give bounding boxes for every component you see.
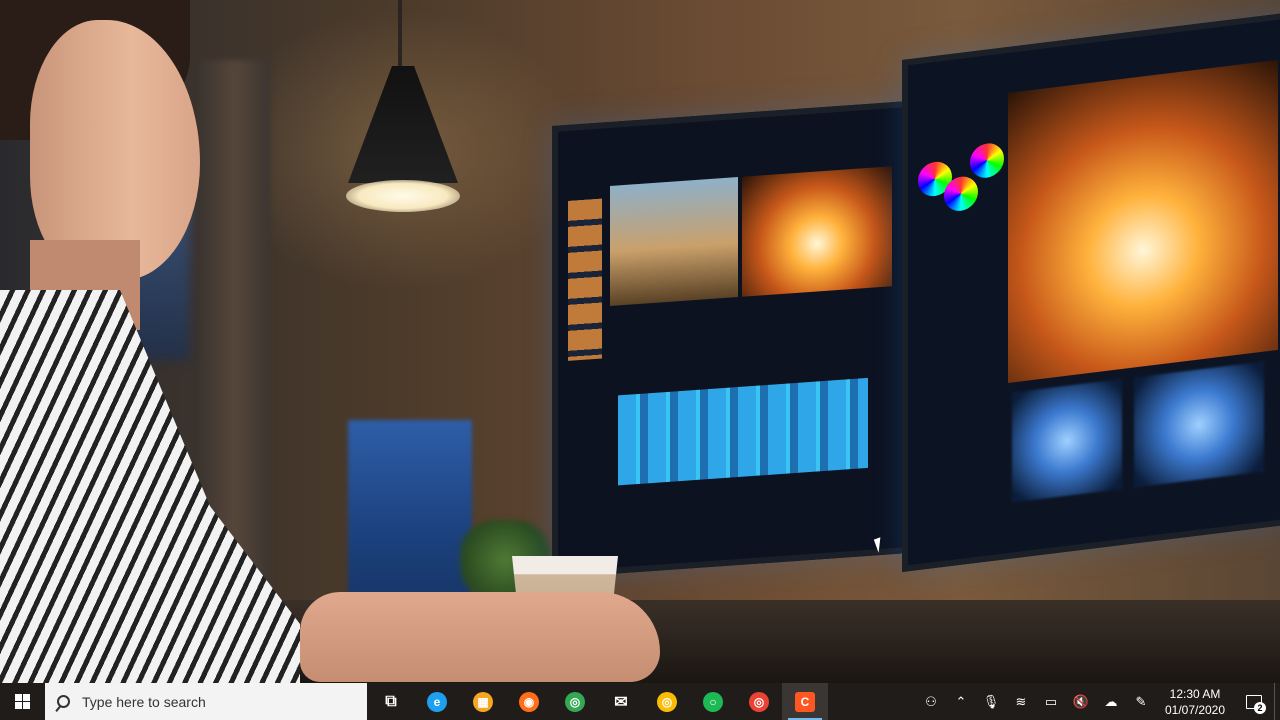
color-grading-preview (1008, 59, 1278, 383)
search-box[interactable]: Type here to search (45, 683, 367, 720)
search-icon (57, 695, 70, 708)
people-icon[interactable]: ⚇ (916, 683, 946, 720)
windows-logo-icon (15, 694, 30, 709)
clock[interactable]: 12:30 AM 01/07/2020 (1156, 686, 1234, 718)
action-center-button[interactable]: 2 (1234, 683, 1274, 720)
system-tray: ⚇ ⌃ 🎙 ≋ ▭ 🔇 ☁ ✎ 12:30 AM 01/07/2020 2 (916, 683, 1280, 720)
taskbar-app-internet-explorer[interactable]: e (414, 683, 460, 720)
wifi-icon[interactable]: ≋ (1006, 683, 1036, 720)
chevron-up-icon[interactable]: ⌃ (946, 683, 976, 720)
clock-date: 01/07/2020 (1164, 702, 1226, 717)
pinned-apps: ⧉ e ▦ ◉ ◎ ✉ ◎ ○ ◎ C (368, 683, 828, 720)
taskbar-app-firefox[interactable]: ◉ (506, 683, 552, 720)
search-input[interactable]: Type here to search (82, 694, 206, 710)
taskbar-app-green-app[interactable]: ○ (690, 683, 736, 720)
color-wheel-3 (970, 141, 1004, 180)
start-button[interactable] (0, 683, 45, 720)
internet-explorer-icon: e (427, 691, 447, 712)
clip-bin (568, 198, 602, 361)
left-monitor (552, 100, 914, 578)
person-hands (300, 592, 660, 682)
chrome-profile-icon: ◎ (749, 691, 769, 712)
video-preview-people (610, 176, 738, 306)
taskbar-app-chrome[interactable]: ◎ (552, 683, 598, 720)
taskbar-app-chrome-profile[interactable]: ◎ (736, 683, 782, 720)
volume-muted-icon[interactable]: 🔇 (1066, 683, 1096, 720)
pen-icon[interactable]: ✎ (1126, 683, 1156, 720)
lamp-cord (398, 0, 402, 70)
taskbar-app-mail[interactable]: ✉ (598, 683, 644, 720)
tray-icons: ⚇ ⌃ 🎙 ≋ ▭ 🔇 ☁ ✎ (916, 683, 1156, 720)
microphone-icon[interactable]: 🎙 (976, 683, 1006, 720)
chrome-icon: ◎ (565, 691, 585, 712)
taskbar: Type here to search ⧉ e ▦ ◉ ◎ ✉ ◎ ○ ◎ C ⚇ ⌃ 🎙 ≋ ▭ 🔇 ☁ ✎ … (0, 683, 1280, 720)
show-desktop-button[interactable] (1274, 683, 1280, 720)
desktop-wallpaper (0, 0, 1280, 683)
scope-view-1 (1012, 378, 1122, 503)
lamp-light (346, 180, 460, 212)
battery-icon[interactable]: ▭ (1036, 683, 1066, 720)
store-icon: ▦ (473, 691, 493, 712)
scope-view-2 (1134, 361, 1264, 488)
green-ring-icon: ○ (703, 691, 723, 712)
mail-icon: ✉ (614, 693, 628, 711)
recorder-icon: C (795, 691, 815, 712)
cloud-icon[interactable]: ☁ (1096, 683, 1126, 720)
video-preview-sunset (742, 166, 892, 297)
chrome-color-icon: ◎ (657, 691, 677, 712)
taskbar-app-task-view[interactable]: ⧉ (368, 683, 414, 720)
task-view-icon: ⧉ (385, 692, 397, 710)
taskbar-app-microsoft-store[interactable]: ▦ (460, 683, 506, 720)
taskbar-app-camtasia[interactable]: C (782, 683, 828, 720)
firefox-icon: ◉ (519, 691, 539, 712)
editing-timeline (618, 377, 868, 486)
pendant-lamp (348, 66, 458, 183)
notification-count-badge: 2 (1254, 702, 1266, 714)
right-monitor (902, 12, 1280, 573)
taskbar-app-chrome-variant[interactable]: ◎ (644, 683, 690, 720)
clock-time: 12:30 AM (1169, 686, 1221, 701)
